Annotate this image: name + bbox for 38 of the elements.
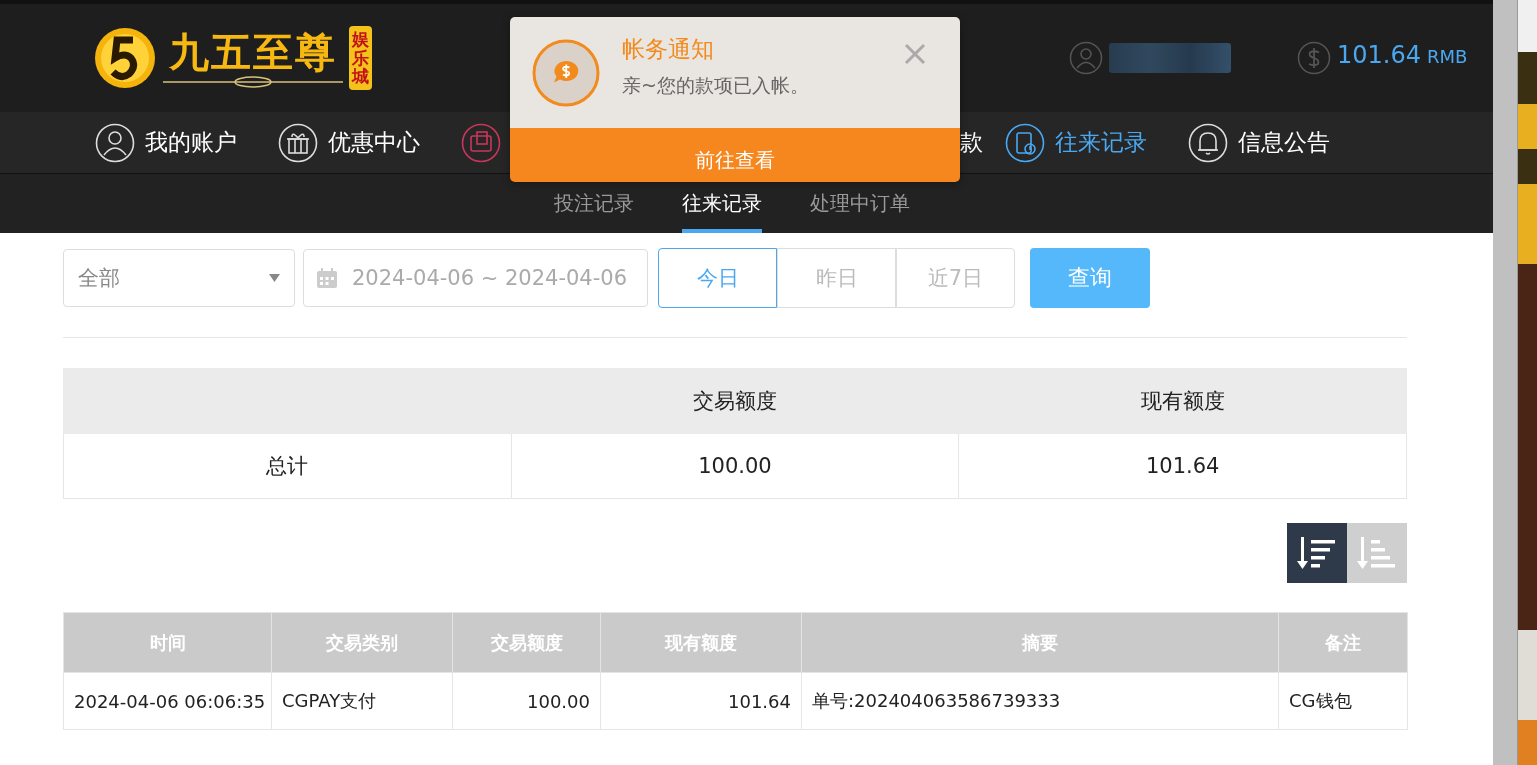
money-chat-icon [532,38,600,107]
table-cell: CGPAY支付 [271,672,453,730]
table-cell: 100.00 [511,433,959,499]
bell-icon [1188,122,1228,163]
dollar-icon [1297,41,1331,75]
logo-text: 九五至尊 [169,28,337,76]
table-cell: 101.64 [600,672,802,730]
date-range-text: 2024-04-06 ~ 2024-04-06 [352,266,628,290]
table-header-cell: 现有额度 [958,368,1407,434]
table-cell: 101.64 [958,433,1407,499]
table-cell: 总计 [63,433,512,499]
sort-button[interactable] [1287,523,1347,583]
close-icon[interactable] [904,43,926,65]
calendar-icon [316,267,338,289]
balance-currency: RMB [1427,46,1468,67]
table-cell: 2024-04-06 06:06:35 [63,672,272,730]
scrollbar[interactable] [1493,0,1517,765]
nav-item[interactable]: 往来记录 [1005,122,1166,163]
wallet-icon [461,122,501,163]
notification-message: 亲~您的款项已入帐。 [622,73,809,98]
nav-item[interactable]: 优惠中心 [278,122,439,163]
user-icon [1069,41,1103,75]
nav-item[interactable]: 信息公告 [1188,122,1349,163]
person-icon [95,122,135,163]
clipboard-clock-icon [1005,122,1045,163]
balance-amount: 101.64 [1337,41,1421,69]
ornament-icon [163,76,343,88]
table-cell: 单号:202404063586739333 [801,672,1279,730]
gift-icon [278,122,318,163]
nav-item[interactable]: 我的账户 [95,122,256,163]
logo-badge: 娱乐城 [349,25,372,91]
table-header-cell: 交易额度 [511,368,959,434]
notification-title: 帐务通知 [622,35,715,64]
logo-icon [93,26,157,90]
caret-icon [269,274,280,282]
table-cell: CG钱包 [1278,672,1408,730]
table-cell: 100.00 [452,672,601,730]
type-select[interactable]: 全部 [63,249,295,307]
